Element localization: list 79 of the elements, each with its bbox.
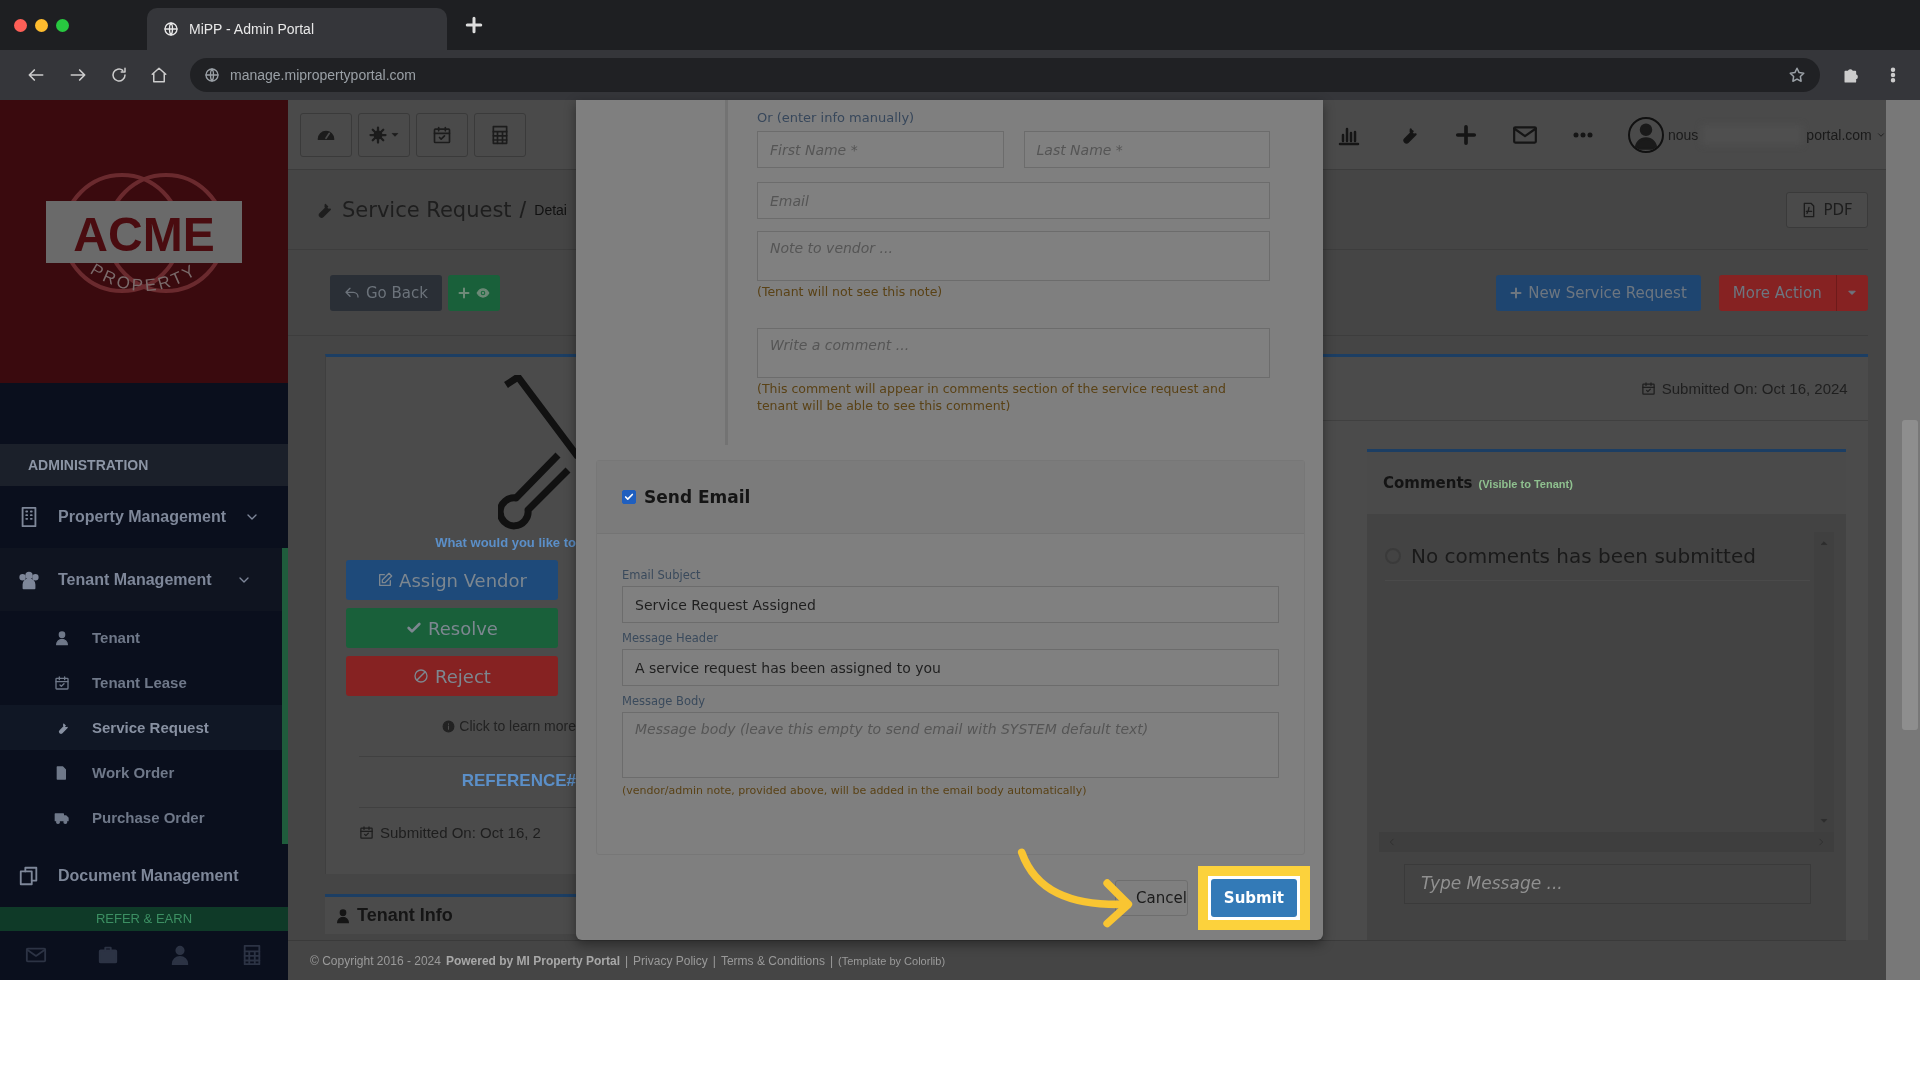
globe-icon (163, 21, 179, 37)
window-maximize-light[interactable] (56, 18, 69, 32)
sidebar-subitem[interactable]: Purchase Order (0, 795, 282, 841)
field-label: Message Body (622, 694, 707, 708)
settings-button[interactable] (358, 112, 410, 157)
check-icon (406, 620, 423, 636)
action-button[interactable]: Reject (346, 656, 558, 696)
refer-earn-button[interactable]: REFER & EARN (0, 906, 288, 931)
more-action-button[interactable]: More Action (1718, 274, 1836, 311)
pencil-square-icon (377, 572, 394, 588)
footer-separator: | (829, 953, 834, 968)
note-hint: (Tenant will not see this note) (757, 284, 944, 301)
calendar-icon (1640, 381, 1656, 396)
new-service-request-button[interactable]: New Service Request (1496, 274, 1701, 311)
user-icon (335, 907, 351, 924)
field-label: Email Subject (622, 568, 702, 582)
message-header-field[interactable]: A service request has been assigned to you (622, 649, 1279, 686)
footer-separator: | (712, 953, 716, 968)
scrollbar[interactable] (1885, 100, 1920, 980)
email-subject-field[interactable]: Service Request Assigned (622, 586, 1279, 623)
footer-separator: | (624, 953, 629, 968)
sidebar-subitem[interactable]: Service Request (0, 705, 282, 751)
send-email-label: Send Email (644, 487, 751, 507)
dashboard-button[interactable] (300, 112, 352, 157)
copyright-text: © Copyright 2016 - 2024 (310, 953, 441, 968)
home-icon (150, 66, 168, 84)
calendar-icon (432, 124, 452, 145)
breadcrumb-separator: / (519, 195, 527, 224)
more-icon (1573, 131, 1593, 138)
sidebar-subitem[interactable]: Tenant (0, 615, 282, 661)
action-button[interactable]: Assign Vendor (346, 560, 558, 600)
section-heading: ADMINISTRATION (0, 443, 288, 486)
sidebar-item[interactable]: Property Management (0, 485, 288, 549)
plus-icon (1510, 286, 1523, 299)
calculator-icon (490, 124, 510, 145)
privacy-policy-link[interactable]: Privacy Policy (633, 953, 708, 968)
submit-button[interactable]: Submit (1210, 878, 1297, 917)
terms-link[interactable]: Terms & Conditions (720, 953, 825, 968)
calendar-icon (54, 674, 70, 691)
template-credit: (Template by Colorlib) (838, 954, 946, 967)
message-field[interactable]: Type Message ... (1404, 864, 1811, 904)
window-close-light[interactable] (14, 18, 27, 32)
dropdown-toggle[interactable] (1835, 274, 1868, 311)
powered-by-link[interactable]: Powered by MI Property Portal (445, 953, 620, 968)
acme-property-logo: ACME PROPERTY (44, 161, 244, 322)
email-body-hint: (vendor/admin note, provided above, will be added in the email body automatically) (622, 784, 1088, 799)
address-bar[interactable]: manage.mipropertyportal.com (190, 58, 1820, 92)
sidebar-subitem[interactable]: Work Order (0, 750, 282, 796)
sidebar-subitem[interactable]: Tenant Lease (0, 660, 282, 706)
new-tab-icon (465, 16, 483, 34)
action-prompt: What would you like to (434, 535, 576, 550)
documents-icon (18, 864, 40, 887)
eye-icon (476, 285, 490, 300)
bookmark-star-icon (1788, 66, 1806, 84)
action-button[interactable]: Resolve (346, 608, 558, 648)
calendar-button[interactable] (416, 112, 468, 157)
comments-note: (Visible to Tenant) (1478, 478, 1573, 490)
plus-icon (458, 286, 470, 299)
calculator-button[interactable] (474, 112, 526, 157)
manual-entry-label: Or (enter info manually) (757, 110, 916, 125)
user-icon (169, 944, 191, 967)
comment-hint: (This comment will appear in comments section of the service request and tenant will be able to see this comment) (757, 381, 1227, 414)
plus-icon (1455, 123, 1477, 146)
window-minimize-light[interactable] (35, 18, 48, 32)
sidebar-item[interactable]: Document Management (0, 844, 288, 907)
calculator-icon (241, 944, 263, 967)
browser-tab[interactable]: MiPP - Admin Portal (147, 8, 447, 50)
add-view-button[interactable] (448, 274, 500, 311)
send-email-checkbox[interactable] (622, 490, 636, 504)
reload-icon (110, 66, 128, 84)
user-icon (54, 629, 70, 646)
info-icon (442, 719, 456, 733)
checkmark-icon (624, 492, 634, 502)
sidebar-item[interactable]: Tenant Management (0, 548, 288, 612)
go-back-button[interactable]: Go Back (330, 274, 442, 311)
calendar-icon (359, 825, 374, 840)
site-info-icon (204, 67, 220, 83)
ban-icon (413, 668, 430, 684)
field-label: Message Header (622, 631, 719, 645)
